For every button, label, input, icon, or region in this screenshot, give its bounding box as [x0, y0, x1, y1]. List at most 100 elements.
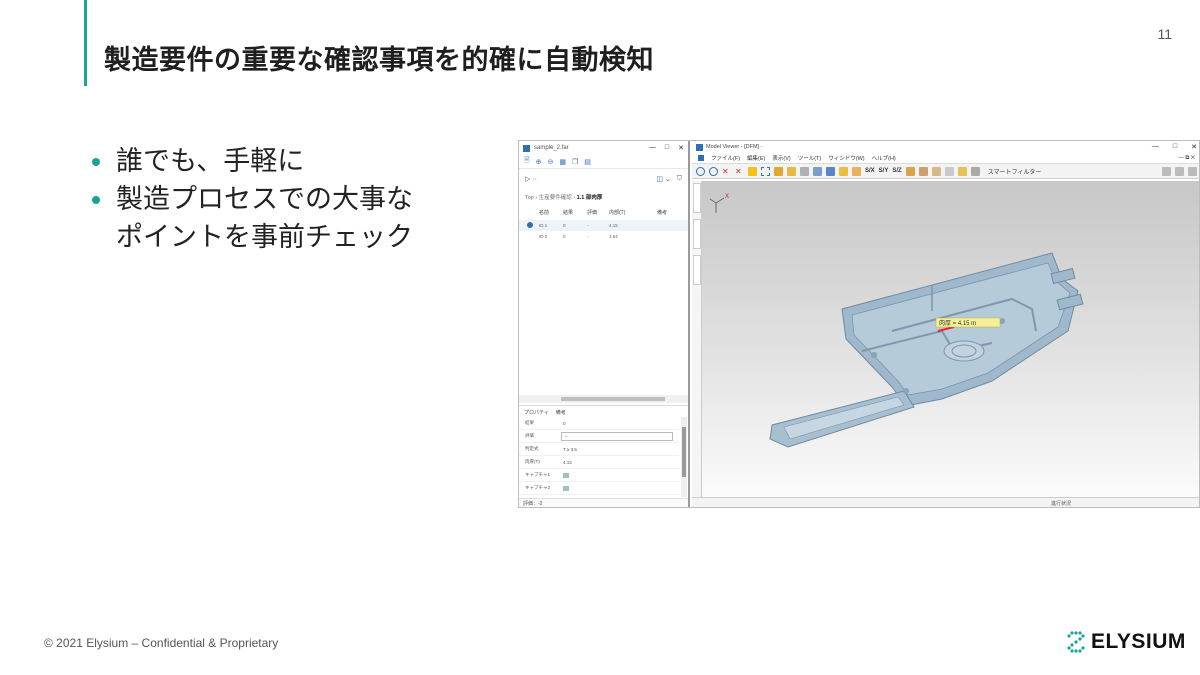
bullet-text-line1: 製造プロセスでの大事な [116, 184, 413, 215]
prop-row: キャプチャ2 [519, 482, 679, 495]
scrollbar-thumb[interactable] [561, 397, 665, 401]
chart-icon[interactable] [826, 166, 835, 176]
delete-icon[interactable]: ✕ [722, 167, 731, 176]
tab-properties[interactable]: プロパティ [524, 409, 549, 416]
capture-icon[interactable] [563, 472, 569, 478]
col-name[interactable]: 名前 [539, 209, 563, 216]
model-viewer-titlebar: Model Viewer - [DFM] - — □ ✕ [692, 141, 1199, 153]
minimize-icon[interactable]: — [1152, 143, 1159, 151]
settings-icon[interactable] [1162, 166, 1171, 176]
menu-file[interactable]: ファイル(F) [711, 154, 740, 162]
prop-value: T ≥ 3.5 [563, 446, 577, 452]
export-icon[interactable] [1188, 166, 1197, 176]
scrollbar-thumb[interactable] [682, 427, 686, 477]
delete-all-icon[interactable]: ✕ [735, 167, 744, 176]
prop-row: 肉厚(T) 4.15 [519, 456, 679, 469]
play-icon[interactable]: ▷ ·· [525, 175, 537, 183]
filter-row: ▷ ·· ◫ ⌄ ⛉ [519, 169, 688, 189]
view-icon[interactable]: ◫ ⌄ [656, 175, 670, 183]
capture-icon[interactable] [563, 485, 569, 491]
compare-icon[interactable] [1175, 166, 1184, 176]
paint-icon[interactable] [839, 166, 848, 176]
smart-filter-button[interactable]: スマートフィルター [988, 167, 1042, 176]
col-result[interactable]: 結果 [563, 209, 587, 216]
viewer-status: 進行状況 [692, 497, 1199, 507]
axis-triad: X [709, 194, 729, 213]
section-z-button[interactable]: S/Z [892, 168, 901, 174]
page-number: 11 [1157, 26, 1172, 42]
eval-select[interactable]: -- [561, 431, 673, 441]
mdi-controls[interactable]: — ⧉ ✕ [1178, 155, 1195, 162]
bullet-item: 誰でも、手軽に [92, 143, 492, 181]
inspection-window-title: sample_2.far [534, 145, 569, 151]
table-header: 名前 結果 評価 内部(T) 備考 [519, 205, 688, 220]
tab-notes[interactable]: 備考 [556, 409, 566, 416]
measure-icon[interactable] [905, 166, 915, 176]
maximize-icon[interactable]: □ [665, 144, 669, 152]
open-icon[interactable]: 🗎 [524, 156, 530, 167]
pan-icon[interactable] [774, 166, 783, 176]
col-note[interactable]: 備考 [657, 209, 677, 216]
view-side-icon[interactable] [944, 166, 954, 176]
grid-icon[interactable] [800, 166, 809, 176]
menu-view[interactable]: 表示(V) [772, 154, 790, 162]
filter-icon[interactable]: ⛉ [677, 175, 682, 183]
breadcrumb-root[interactable]: Top [525, 195, 534, 201]
section-x-button[interactable]: S/X [865, 168, 875, 174]
menu-help[interactable]: ヘルプ(H) [872, 154, 896, 162]
inspection-titlebar: sample_2.far — □ ✕ [519, 141, 688, 155]
rotate-icon[interactable] [696, 166, 705, 176]
menu-window[interactable]: ウィンドウ(W) [828, 154, 864, 162]
slide-title: 製造要件の重要な確認事項を的確に自動検知 [104, 45, 654, 76]
breadcrumb-current: 1.1 部肉厚 [576, 195, 603, 201]
viewer-app-icon [696, 143, 703, 151]
copy-icon[interactable]: ❐ [572, 158, 578, 166]
breadcrumb-mid[interactable]: 生産要件確認 [539, 195, 572, 201]
vertical-scrollbar[interactable] [681, 417, 687, 497]
close-icon[interactable]: ✕ [678, 144, 684, 152]
breadcrumb: Top › 生産要件確認 › 1.1 部肉厚 [525, 195, 603, 201]
cell-value: 4.15 [609, 223, 618, 228]
save-icon[interactable]: ▤ [584, 158, 591, 166]
view-front-icon[interactable] [931, 166, 941, 176]
zoom-out-icon[interactable]: ⊖ [548, 158, 554, 166]
shape-icon[interactable] [918, 166, 928, 176]
refresh-icon[interactable] [709, 166, 718, 176]
horizontal-scrollbar[interactable] [519, 395, 688, 403]
highlight-icon[interactable] [748, 166, 757, 176]
3d-viewport[interactable]: X 肉厚 = 4.15 m [692, 181, 1199, 497]
section-y-button[interactable]: S/Y [879, 168, 889, 174]
part-boss [943, 340, 985, 362]
col-thickness[interactable]: 内部(T) [609, 209, 657, 216]
section-icon[interactable] [852, 166, 861, 176]
table-row[interactable]: ID 2 0 - 3.54 [519, 231, 688, 242]
table-row[interactable]: ID 1 0 - 4.15 [519, 220, 688, 231]
selected-check-icon [527, 222, 533, 228]
model-viewer-title: Model Viewer - [DFM] - [706, 144, 763, 150]
maximize-icon[interactable]: □ [1173, 143, 1177, 151]
prop-key: 結果 [525, 420, 534, 425]
menu-tools[interactable]: ツール(T) [798, 154, 822, 162]
fit-icon[interactable] [761, 166, 770, 176]
part-hole [871, 352, 877, 358]
inspection-window: sample_2.far — □ ✕ 🗎 ⊕ ⊖ ▦ ❐ ▤ ▷ ·· ◫ ⌄ … [519, 141, 690, 507]
menu-edit[interactable]: 編集(E) [747, 154, 765, 162]
note-icon[interactable] [957, 166, 967, 176]
select-icon[interactable] [787, 166, 796, 176]
close-icon[interactable]: ✕ [1191, 143, 1197, 151]
logo-mark-icon [1067, 631, 1085, 653]
grid-icon[interactable]: ▦ [559, 158, 566, 166]
display-icon[interactable] [970, 166, 980, 176]
elysium-logo: ELYSIUM [1066, 630, 1186, 654]
zoom-in-icon[interactable]: ⊕ [536, 158, 542, 166]
bullet-list: 誰でも、手軽に 製造プロセスでの大事な ポイントを事前チェック [92, 143, 492, 257]
viewer-side-tabs [692, 181, 702, 497]
side-tab[interactable] [693, 219, 701, 249]
layers-icon[interactable] [813, 166, 822, 176]
inspection-toolbar: 🗎 ⊕ ⊖ ▦ ❐ ▤ [519, 155, 688, 169]
minimize-icon[interactable]: — [649, 144, 656, 152]
side-tab[interactable] [693, 183, 701, 213]
col-eval[interactable]: 評価 [587, 209, 609, 216]
side-tab[interactable] [693, 255, 701, 285]
part-hole [903, 388, 909, 394]
